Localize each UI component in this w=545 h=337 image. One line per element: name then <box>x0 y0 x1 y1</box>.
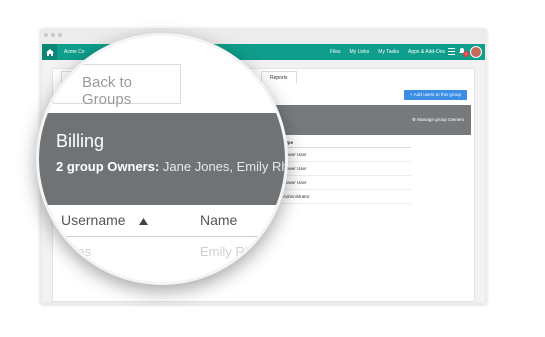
add-users-button[interactable]: + Add users to this group <box>404 90 467 100</box>
home-icon <box>45 48 54 56</box>
sort-ascending-icon[interactable] <box>139 218 149 225</box>
group-title: Billing <box>56 131 105 151</box>
tab-reports[interactable]: Reports <box>261 71 297 84</box>
nav-link-my-links[interactable]: My Links <box>350 49 370 55</box>
group-owners-label: 2 group Owners: <box>56 159 160 174</box>
window-dot-close[interactable] <box>44 33 48 37</box>
table-cell-type: Power User <box>283 162 411 176</box>
manage-owners-link[interactable]: ⚙ Manage group Owners <box>412 117 464 123</box>
table-cell-type: Power User <box>283 148 411 162</box>
cell-username: ndas <box>63 244 92 259</box>
avatar[interactable] <box>470 46 482 58</box>
nav-link-my-tasks[interactable]: My Tasks <box>378 49 399 55</box>
table-cell-type: Administrator <box>283 190 411 204</box>
org-name[interactable]: Acme Co <box>64 49 85 55</box>
column-header-username-label: Username <box>61 212 126 228</box>
column-header-name[interactable]: Name <box>200 212 237 228</box>
window-dot-maximize[interactable] <box>58 33 62 37</box>
table-cell-type: Power User <box>283 176 411 190</box>
magnifier-lens: Back to Groups Billing 2 group Owners: J… <box>36 33 288 285</box>
notifications-icon[interactable]: 1 <box>458 47 469 57</box>
home-button[interactable] <box>42 44 57 60</box>
group-owners-names: Jane Jones, Emily Rho <box>162 159 288 174</box>
window-controls <box>44 33 62 37</box>
column-header-type[interactable]: Type <box>283 139 411 148</box>
nav-link-files[interactable]: Files <box>330 49 341 55</box>
magnified-group-header: Billing 2 group Owners: Jane Jones, Emil… <box>39 113 285 205</box>
group-owners: 2 group Owners: Jane Jones, Emily Rho <box>56 159 288 174</box>
notification-badge: 1 <box>463 51 469 57</box>
nav-links: Files My Links My Tasks Apps & Add-Ons <box>330 49 445 55</box>
cell-name: Emily Rh <box>200 244 253 259</box>
table-header-divider <box>57 236 282 237</box>
column-header-username[interactable]: Username <box>61 212 149 228</box>
back-to-groups-button[interactable]: Back to Groups <box>53 64 181 108</box>
hamburger-menu-icon[interactable] <box>448 48 455 55</box>
members-table: Type Power User Power User Power User Ad… <box>283 139 411 204</box>
nav-link-apps-addons[interactable]: Apps & Add-Ons <box>408 49 445 55</box>
window-dot-minimize[interactable] <box>51 33 55 37</box>
